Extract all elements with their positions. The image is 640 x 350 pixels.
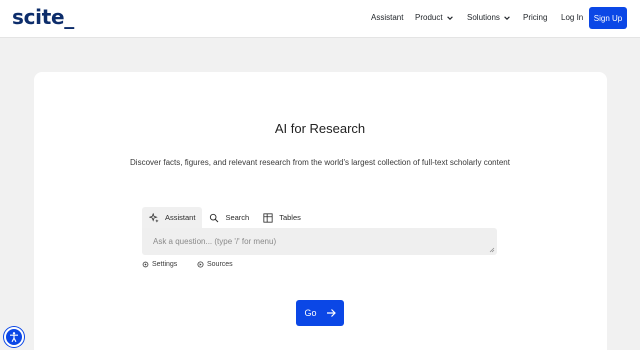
tab-search-label: Search: [225, 213, 250, 222]
nav-product-menu[interactable]: Product: [415, 13, 454, 22]
chevron-down-icon: [504, 15, 510, 20]
nav-solutions-label: Solutions: [467, 13, 500, 22]
accessibility-button[interactable]: [4, 327, 24, 347]
sources-label: Sources: [207, 261, 233, 268]
resize-handle-icon[interactable]: [489, 247, 495, 253]
tab-tables-label: Tables: [279, 213, 301, 222]
gear-icon: [142, 261, 149, 268]
chevron-down-icon: [446, 15, 453, 20]
sign-up-button[interactable]: Sign Up: [589, 7, 627, 29]
sign-up-label: Sign Up: [593, 13, 623, 23]
accessibility-icon: [10, 332, 18, 343]
nav-pricing-link[interactable]: Pricing: [523, 13, 547, 22]
sparkle-icon: [149, 212, 159, 223]
nav-assistant-link[interactable]: Assistant: [371, 13, 403, 22]
page-title: AI for Research: [274, 121, 366, 136]
scite-logo[interactable]: scite_: [12, 5, 74, 29]
tab-assistant[interactable]: Assistant: [142, 207, 203, 228]
tab-tables[interactable]: Tables: [256, 207, 308, 228]
arrow-right-icon: [326, 309, 336, 317]
nav-product-label: Product: [415, 13, 443, 22]
question-input[interactable]: Ask a question... (type '/' for menu): [142, 228, 497, 255]
sources-option[interactable]: Sources: [197, 261, 233, 268]
go-label: Go: [304, 308, 317, 318]
nav-login-link[interactable]: Log In: [561, 13, 583, 22]
go-button[interactable]: Go: [296, 300, 344, 326]
page-subtitle: Discover facts, figures, and relevant re…: [130, 158, 510, 167]
settings-label: Settings: [152, 261, 178, 268]
search-icon: [210, 213, 219, 222]
nav-assistant-label: Assistant: [371, 13, 404, 22]
settings-option[interactable]: Settings: [142, 261, 177, 268]
table-icon: [263, 212, 273, 223]
nav-pricing-label: Pricing: [523, 13, 548, 22]
tab-search[interactable]: Search: [202, 207, 256, 228]
nav-login-label: Log In: [561, 13, 584, 22]
top-navigation-bar: scite_ Assistant Product Solutions Prici…: [0, 0, 640, 38]
sources-icon: [197, 261, 204, 268]
mode-tabs: Assistant Search Tables: [142, 207, 308, 228]
tab-assistant-label: Assistant: [165, 213, 196, 222]
question-placeholder: Ask a question... (type '/' for menu): [153, 237, 277, 246]
nav-solutions-menu[interactable]: Solutions: [467, 13, 511, 22]
